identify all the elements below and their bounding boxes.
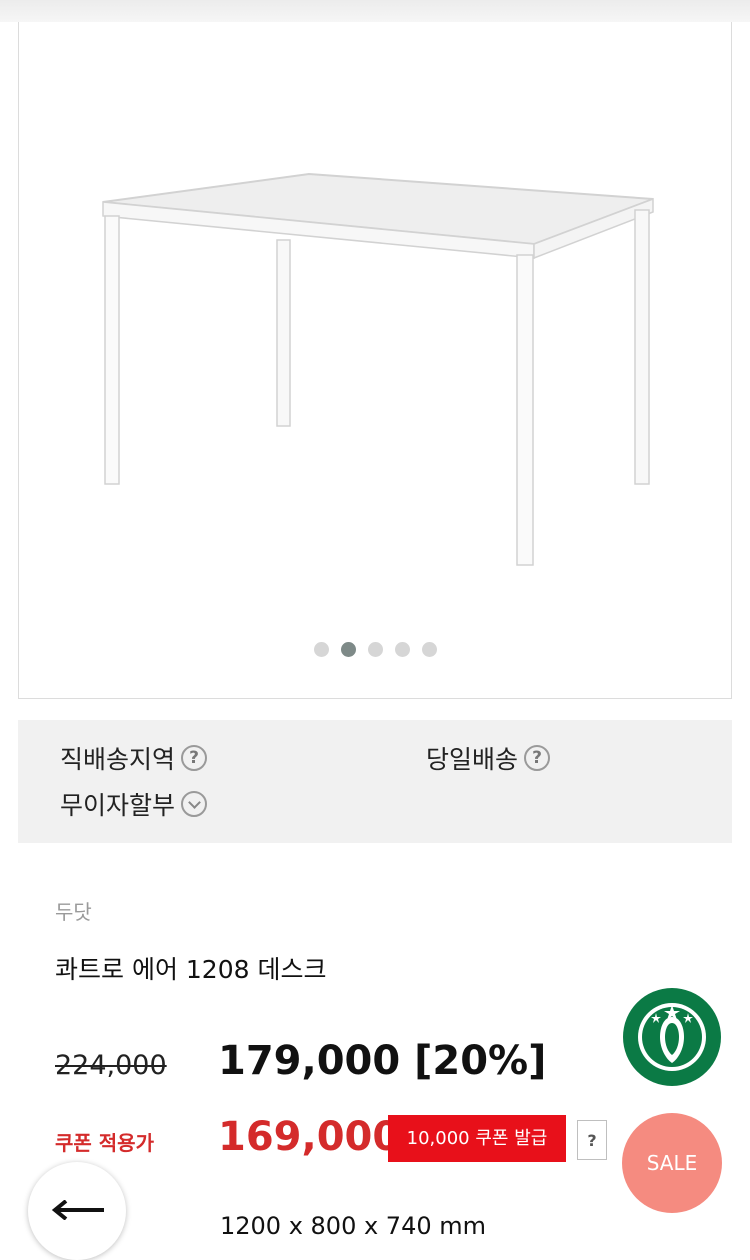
product-name: 콰트로 에어 1208 데스크	[55, 955, 327, 984]
installment-option[interactable]: 무이자할부	[60, 786, 208, 822]
direct-delivery-area-label: 직배송지역	[60, 745, 176, 774]
coupon-price: 169,000	[218, 1114, 401, 1160]
product-dimensions: 1200 x 800 x 740 mm	[220, 1212, 487, 1240]
product-brand[interactable]: 두닷	[55, 896, 92, 925]
carousel-dot[interactable]	[313, 642, 329, 657]
installment-label: 무이자할부	[60, 791, 176, 820]
back-button[interactable]	[28, 1162, 126, 1260]
chevron-down-icon[interactable]	[181, 791, 208, 817]
carousel-dot[interactable]	[367, 642, 383, 657]
carousel-dot[interactable]	[394, 642, 410, 657]
delivery-options-panel: 직배송지역 ? 당일배송 ? 무이자할부	[18, 720, 732, 843]
carousel-dot-active[interactable]	[340, 642, 356, 657]
carousel-dot[interactable]	[421, 642, 437, 657]
carousel-indicator	[19, 642, 731, 657]
product-image	[102, 172, 654, 566]
starbucks-logo-icon	[623, 988, 721, 1086]
help-icon[interactable]: ?	[524, 745, 551, 771]
same-day-delivery-option[interactable]: 당일배송 ?	[426, 740, 551, 776]
sale-price: 179,000 [20%]	[218, 1038, 547, 1084]
coupon-help-button[interactable]: ?	[577, 1120, 607, 1160]
top-status-bar	[0, 0, 750, 22]
same-day-delivery-label: 당일배송	[426, 745, 519, 774]
direct-delivery-area-option[interactable]: 직배송지역 ?	[60, 740, 208, 776]
product-image-carousel[interactable]	[18, 22, 732, 699]
original-price: 224,000	[55, 1050, 167, 1081]
sale-badge[interactable]: SALE	[622, 1113, 722, 1213]
arrow-left-icon	[51, 1200, 104, 1220]
coupon-price-label: 쿠폰 적용가	[55, 1131, 154, 1155]
issue-coupon-button[interactable]: 10,000 쿠폰 발급	[388, 1115, 566, 1162]
help-icon[interactable]: ?	[181, 745, 208, 771]
